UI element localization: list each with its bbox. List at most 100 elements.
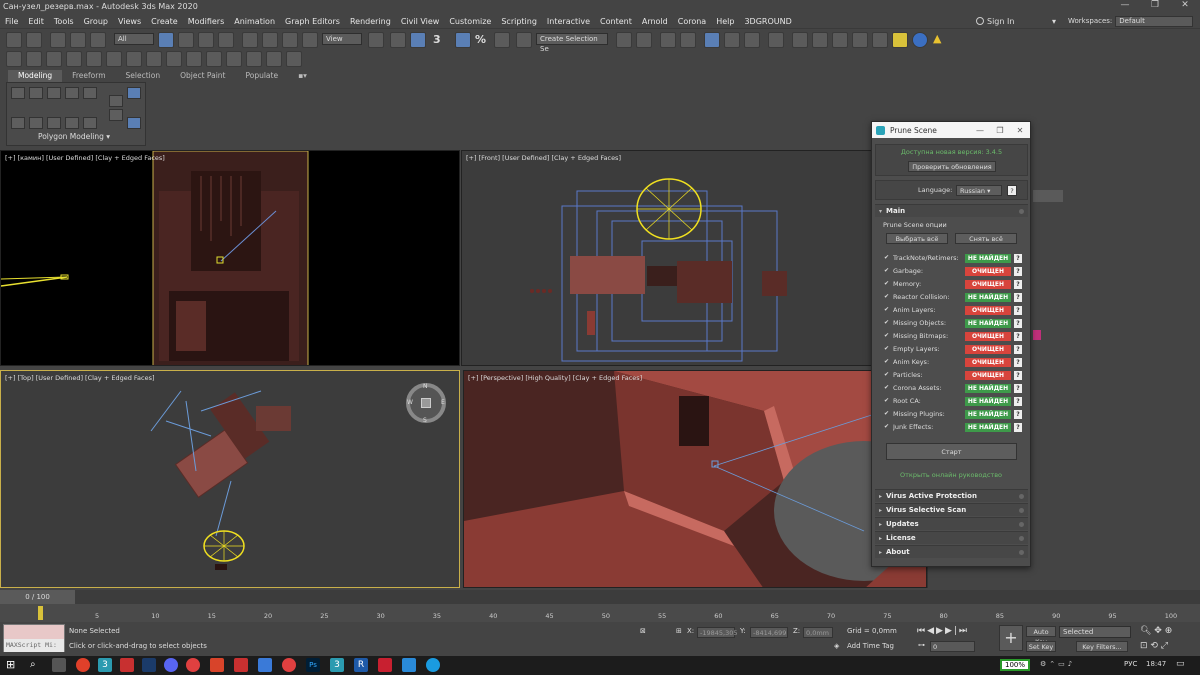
3dsmax-2-icon[interactable]: 3 bbox=[330, 658, 344, 672]
pivot-icon[interactable] bbox=[368, 32, 384, 48]
deselect-all-button[interactable]: Снять всё bbox=[955, 233, 1017, 244]
ribbon-tool-9-icon[interactable] bbox=[65, 117, 79, 129]
light-icon[interactable] bbox=[6, 51, 22, 67]
acrobat-icon[interactable] bbox=[378, 658, 392, 672]
key-mode-icon[interactable]: ⊶ bbox=[918, 641, 925, 649]
bulb-icon[interactable] bbox=[286, 51, 302, 67]
viewport-camera[interactable]: [+] [камин] [User Defined] [Clay + Edged… bbox=[0, 150, 460, 366]
keyboard-language[interactable]: РУС bbox=[1124, 660, 1137, 668]
material-editor-icon[interactable] bbox=[768, 32, 784, 48]
checkbox-icon[interactable]: ✔ bbox=[884, 255, 890, 261]
tab-freeform[interactable]: Freeform bbox=[62, 70, 115, 82]
maxscript-input[interactable]: MAXScript Mi: bbox=[4, 639, 64, 652]
time-slider-track[interactable] bbox=[0, 590, 1200, 604]
menu-customize[interactable]: Customize bbox=[444, 17, 496, 26]
viewcube-compass[interactable]: N S W E bbox=[406, 383, 446, 424]
checkbox-icon[interactable]: ✔ bbox=[884, 385, 890, 391]
select-by-name-icon[interactable] bbox=[178, 32, 194, 48]
script-icon[interactable] bbox=[892, 32, 908, 48]
maxscript-output[interactable] bbox=[4, 625, 64, 639]
tab-object-paint[interactable]: Object Paint bbox=[170, 70, 235, 82]
paint-icon[interactable] bbox=[246, 51, 262, 67]
prune-option-help-button[interactable]: ? bbox=[1014, 370, 1022, 380]
menu-create[interactable]: Create bbox=[146, 17, 183, 26]
box-icon[interactable] bbox=[106, 51, 122, 67]
percent-snap-toggle[interactable]: % bbox=[475, 33, 486, 46]
curve-editor-icon[interactable] bbox=[724, 32, 740, 48]
menu-modifiers[interactable]: Modifiers bbox=[183, 17, 230, 26]
checkbox-icon[interactable]: ✔ bbox=[884, 411, 890, 417]
rendered-frame-icon[interactable] bbox=[812, 32, 828, 48]
tray-icons[interactable]: ⚙⌃▭♪ bbox=[1040, 660, 1075, 668]
schematic-view-icon[interactable] bbox=[744, 32, 760, 48]
zoom-indicator[interactable]: 100% bbox=[1000, 659, 1030, 671]
angle-snap-icon[interactable] bbox=[455, 32, 471, 48]
spinner-snap-icon[interactable] bbox=[494, 32, 510, 48]
section-license[interactable]: ▸ License bbox=[875, 531, 1028, 544]
redo-icon[interactable] bbox=[26, 32, 42, 48]
menu-scripting[interactable]: Scripting bbox=[496, 17, 542, 26]
menu-views[interactable]: Views bbox=[113, 17, 146, 26]
checkbox-icon[interactable]: ✔ bbox=[884, 281, 890, 287]
rotate-icon[interactable] bbox=[262, 32, 278, 48]
autocad-icon[interactable] bbox=[120, 658, 134, 672]
ribbon-options-icon[interactable]: ▪▾ bbox=[288, 70, 317, 82]
layer-explorer-icon[interactable] bbox=[680, 32, 696, 48]
scale-icon[interactable] bbox=[282, 32, 298, 48]
selection-filter-dropdown[interactable]: All bbox=[114, 33, 154, 45]
main-section-header[interactable]: ▾ Main bbox=[875, 204, 1028, 217]
prune-option-help-button[interactable]: ? bbox=[1014, 383, 1022, 393]
y-coordinate[interactable]: -8414,699 bbox=[750, 627, 788, 638]
section-virus-active-protection[interactable]: ▸ Virus Active Protection bbox=[875, 489, 1028, 502]
viewport-top[interactable]: [+] [Top] [User Defined] [Clay + Edged F… bbox=[0, 370, 460, 588]
select-manipulate-icon[interactable] bbox=[390, 32, 406, 48]
menu-graph-editors[interactable]: Graph Editors bbox=[280, 17, 345, 26]
prune-option-help-button[interactable]: ? bbox=[1014, 409, 1022, 419]
menu-3dground[interactable]: 3DGROUND bbox=[739, 17, 796, 26]
lock-icon[interactable]: ⊠ bbox=[640, 627, 646, 635]
ribbon-tool-6-icon[interactable] bbox=[11, 117, 25, 129]
snap-toggle[interactable]: 3 bbox=[433, 33, 441, 46]
named-selection-sets-dropdown[interactable]: Create Selection Se bbox=[536, 33, 608, 53]
snapshot-icon[interactable] bbox=[186, 51, 202, 67]
add-time-tag[interactable]: Add Time Tag bbox=[847, 642, 894, 650]
placement-icon[interactable] bbox=[302, 32, 318, 48]
prune-close-button[interactable]: ✕ bbox=[1010, 126, 1030, 135]
app-icon[interactable] bbox=[210, 658, 224, 672]
explorer-icon[interactable] bbox=[258, 658, 272, 672]
add-key-icon[interactable]: + bbox=[999, 625, 1023, 651]
track-bar[interactable]: 5 10 15 20 25 30 35 40 45 50 55 60 65 70 75 80 85 90 95 100 bbox=[0, 604, 1200, 622]
bind-icon[interactable] bbox=[90, 32, 106, 48]
align-icon[interactable] bbox=[636, 32, 652, 48]
viewcube-icon[interactable] bbox=[421, 398, 431, 408]
filter-icon[interactable] bbox=[126, 51, 142, 67]
set-key-button[interactable]: Set Key bbox=[1026, 641, 1056, 652]
ribbon-tool-11-icon[interactable] bbox=[109, 95, 123, 107]
viewport-perspective[interactable]: [+] [Perspective] [High Quality] [Clay +… bbox=[463, 370, 927, 588]
sun-icon[interactable] bbox=[26, 51, 42, 67]
language-dropdown[interactable]: Russian ▾ bbox=[956, 185, 1002, 196]
prune-option-help-button[interactable]: ? bbox=[1014, 396, 1022, 406]
z-coordinate[interactable]: 0,0mm bbox=[803, 627, 833, 638]
checkbox-icon[interactable]: ✔ bbox=[884, 346, 890, 352]
prune-maximize-button[interactable]: ❐ bbox=[990, 126, 1010, 135]
menu-help[interactable]: Help bbox=[711, 17, 739, 26]
time-slider[interactable]: 0 / 100 bbox=[0, 590, 75, 604]
scene-explorer-icon[interactable] bbox=[660, 32, 676, 48]
menu-interactive[interactable]: Interactive bbox=[542, 17, 595, 26]
transform-mode-icon[interactable]: ⊞ bbox=[676, 627, 682, 635]
ribbon-tool-3-icon[interactable] bbox=[47, 87, 61, 99]
render-setup-icon[interactable] bbox=[792, 32, 808, 48]
ribbon-panel-label[interactable]: Polygon Modeling ▾ bbox=[8, 132, 140, 141]
media-icon[interactable] bbox=[186, 658, 200, 672]
viewport-front[interactable]: [+] [Front] [User Defined] [Clay + Edged… bbox=[461, 150, 927, 366]
menu-tools[interactable]: Tools bbox=[49, 17, 79, 26]
mirror-icon[interactable] bbox=[616, 32, 632, 48]
checkbox-icon[interactable]: ✔ bbox=[884, 359, 890, 365]
ribbon-tool-8-icon[interactable] bbox=[47, 117, 61, 129]
warning-icon[interactable]: ▲ bbox=[933, 32, 941, 45]
prune-option-help-button[interactable]: ? bbox=[1014, 357, 1022, 367]
key-filters-button[interactable]: Key Filters... bbox=[1076, 641, 1128, 652]
ribbon-tool-7-icon[interactable] bbox=[29, 117, 43, 129]
ribbon-tool-2-icon[interactable] bbox=[29, 87, 43, 99]
